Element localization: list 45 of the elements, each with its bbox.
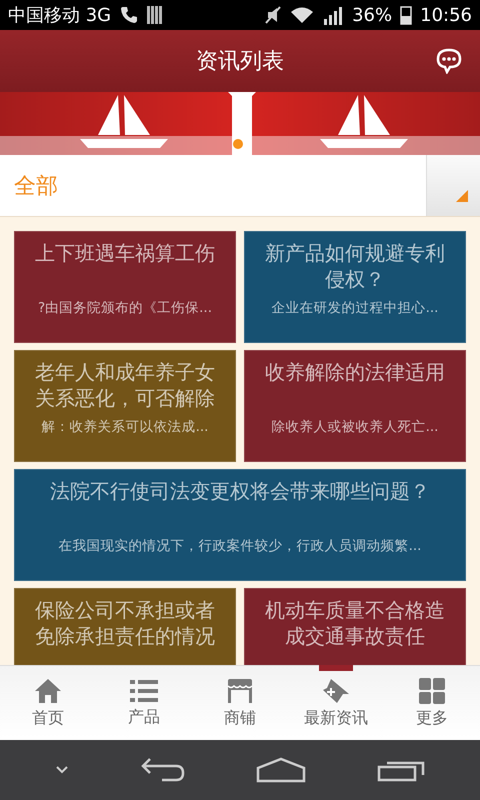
nav-tab[interactable]: 最新资讯 [288, 666, 384, 740]
battery-icon [400, 5, 412, 25]
tag-icon [321, 678, 351, 704]
signal-bars-icon [147, 6, 164, 24]
phone-icon [119, 5, 140, 25]
shop-icon [226, 678, 254, 704]
article-title: 新产品如何规避专利侵权？ [264, 240, 446, 292]
article-snippet: 解：收养关系可以依法成... [42, 419, 208, 435]
grid-icon [419, 678, 445, 704]
battery-percent: 36% [352, 4, 392, 26]
wifi-icon [290, 6, 314, 24]
nav-tab[interactable]: 更多 [384, 666, 480, 740]
article-card[interactable]: 新产品如何规避专利侵权？ 企业在研发的过程中担心... [244, 231, 466, 343]
page-title: 资讯列表 [196, 48, 284, 76]
home-button-icon[interactable] [256, 757, 306, 783]
article-card[interactable]: 法院不行使司法变更权将会带来哪些问题？ 在我国现实的情况下，行政案件较少，行政人员调动频繁... [14, 469, 466, 581]
article-title: 机动车质量不合格造成交通事故责任 [264, 597, 446, 649]
home-icon [34, 678, 62, 704]
article-title: 收养解除的法律适用 [265, 359, 445, 385]
cell-signal-icon [322, 5, 344, 25]
nav-tab[interactable]: 商铺 [192, 666, 288, 740]
chevron-down-icon[interactable] [55, 765, 70, 775]
nav-tab[interactable]: 产品 [96, 666, 192, 740]
article-snippet: ?由国务院颁布的《工伤保... [38, 300, 212, 316]
article-card[interactable]: 老年人和成年养子女关系恶化，可否解除 解：收养关系可以依法成... [14, 350, 236, 462]
category-value: 全部 [13, 172, 59, 200]
chat-icon[interactable] [436, 48, 462, 74]
article-title: 上下班遇车祸算工伤 [35, 240, 215, 266]
article-card[interactable]: 收养解除的法律适用 除收养人或被收养人死亡... [244, 350, 466, 462]
list-icon [130, 678, 158, 702]
article-title: 法院不行使司法变更权将会带来哪些问题？ [50, 478, 430, 504]
article-snippet: 除收养人或被收养人死亡... [272, 419, 438, 435]
clock: 10:56 [420, 4, 472, 26]
article-snippet: 企业在研发的过程中担心... [272, 300, 438, 316]
back-icon[interactable] [140, 757, 186, 783]
article-title: 老年人和成年养子女关系恶化，可否解除 [34, 359, 216, 411]
carrier-text: 中国移动 3G [8, 4, 112, 27]
article-title: 保险公司不承担或者免除承担责任的情况 [34, 597, 216, 649]
article-card[interactable]: 保险公司不承担或者免除承担责任的情况 [14, 588, 236, 665]
article-snippet: 在我国现实的情况下，行政案件较少，行政人员调动频繁... [58, 538, 422, 554]
article-card[interactable]: 上下班遇车祸算工伤 ?由国务院颁布的《工伤保... [14, 231, 236, 343]
mute-icon [264, 5, 282, 25]
caret-icon [456, 190, 468, 202]
nav-tab[interactable]: 首页 [0, 666, 96, 740]
article-card[interactable]: 机动车质量不合格造成交通事故责任 [244, 588, 466, 665]
